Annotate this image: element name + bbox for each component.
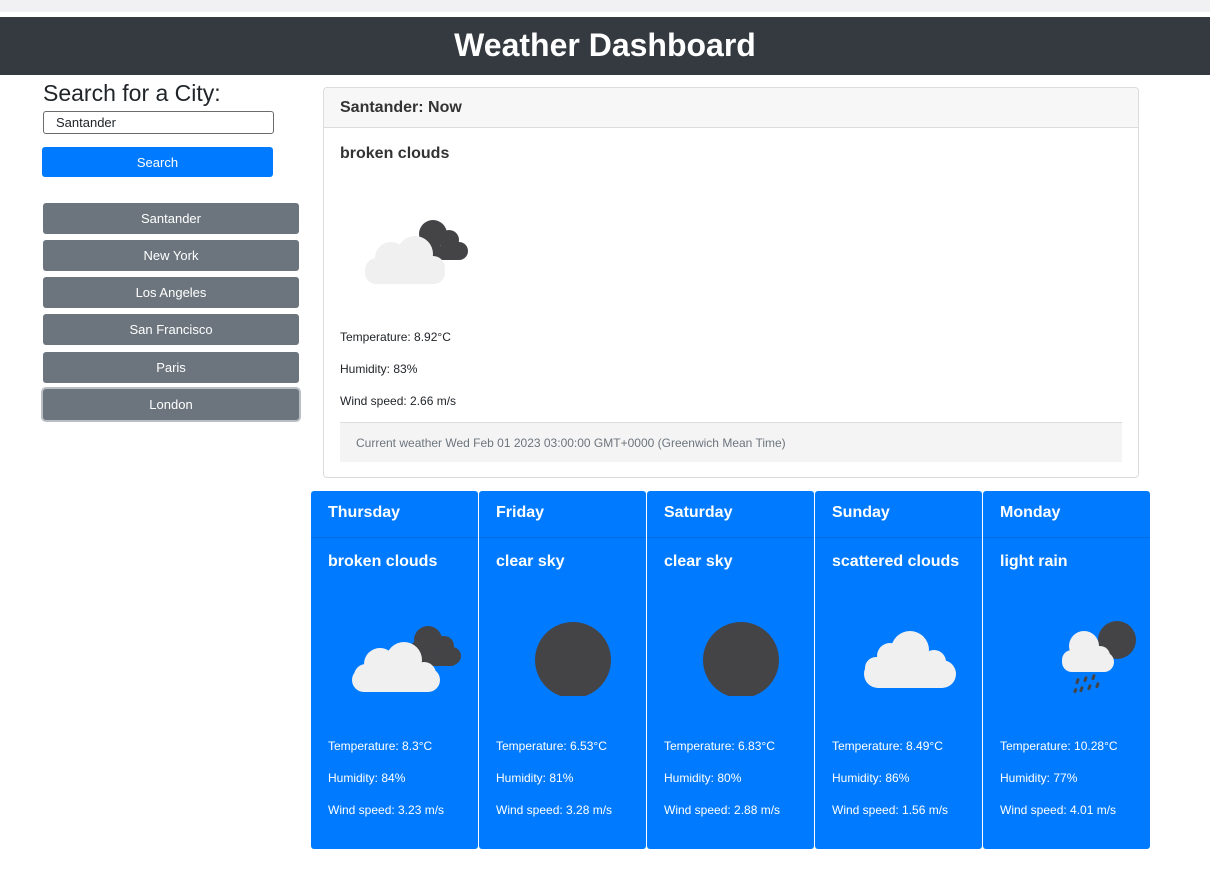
forecast-humidity: Humidity: 81% [496, 771, 574, 785]
history-city-button[interactable]: Los Angeles [43, 277, 299, 308]
forecast-wind-speed: Wind speed: 1.56 m/s [832, 803, 949, 817]
forecast-wind-speed: Wind speed: 2.88 m/s [664, 803, 781, 817]
forecast-temperature: Temperature: 8.3°C [328, 739, 433, 753]
forecast-humidity: Humidity: 80% [664, 771, 742, 785]
forecast-card: Friday clear sky Temperature: 6.53°C Hum… [479, 491, 646, 849]
page-header: Weather Dashboard [0, 17, 1210, 75]
forecast-card: Saturday clear sky Temperature: 6.83°C H… [647, 491, 814, 849]
forecast-description: light rain [1000, 553, 1068, 570]
current-weather-description: broken clouds [340, 145, 450, 162]
history-city-button[interactable]: London [43, 389, 299, 420]
forecast-day: Sunday [815, 491, 982, 538]
broken-clouds-icon [361, 210, 481, 295]
current-humidity: Humidity: 83% [340, 362, 418, 376]
forecast-day: Monday [983, 491, 1150, 538]
forecast-card: Thursday broken clouds Temperature: 8.3°… [311, 491, 478, 849]
current-weather-card: Santander: Now broken clouds Temperature… [323, 87, 1139, 478]
current-wind-speed: Wind speed: 2.66 m/s [340, 394, 457, 408]
search-button[interactable]: Search [42, 147, 273, 177]
forecast-description: clear sky [664, 553, 733, 570]
forecast-humidity: Humidity: 77% [1000, 771, 1078, 785]
forecast-humidity: Humidity: 86% [832, 771, 910, 785]
history-city-button[interactable]: New York [43, 240, 299, 271]
current-temperature: Temperature: 8.92°C [340, 330, 451, 344]
forecast-temperature: Temperature: 6.83°C [664, 739, 775, 753]
current-weather-timestamp: Current weather Wed Feb 01 2023 03:00:00… [340, 422, 1122, 462]
forecast-temperature: Temperature: 8.49°C [832, 739, 943, 753]
forecast-day: Thursday [311, 491, 478, 538]
clear-sky-icon [684, 616, 804, 701]
forecast-temperature: Temperature: 10.28°C [1000, 739, 1118, 753]
forecast-card: Sunday scattered clouds Temperature: 8.4… [815, 491, 982, 849]
forecast-humidity: Humidity: 84% [328, 771, 406, 785]
browser-top-strip [0, 0, 1210, 12]
forecast-wind-speed: Wind speed: 3.28 m/s [496, 803, 613, 817]
forecast-card: Monday light rain Temperature: 10.28°C H… [983, 491, 1150, 849]
forecast-temperature: Temperature: 6.53°C [496, 739, 607, 753]
page-title: Weather Dashboard [454, 27, 756, 63]
city-search-input[interactable] [43, 111, 274, 134]
forecast-day: Saturday [647, 491, 814, 538]
history-city-button[interactable]: San Francisco [43, 314, 299, 345]
forecast-description: clear sky [496, 553, 565, 570]
history-city-button[interactable]: Santander [43, 203, 299, 234]
search-heading: Search for a City: [43, 80, 221, 106]
forecast-description: broken clouds [328, 553, 438, 570]
current-weather-header: Santander: Now [324, 88, 1138, 128]
forecast-wind-speed: Wind speed: 4.01 m/s [1000, 803, 1117, 817]
forecast-description: scattered clouds [832, 553, 960, 570]
forecast-day: Friday [479, 491, 646, 538]
clear-sky-icon [516, 616, 636, 701]
forecast-wind-speed: Wind speed: 3.23 m/s [328, 803, 445, 817]
broken-clouds-icon [348, 616, 468, 701]
scattered-clouds-icon [852, 616, 972, 701]
light-rain-icon [1020, 616, 1140, 711]
history-city-button[interactable]: Paris [43, 352, 299, 383]
